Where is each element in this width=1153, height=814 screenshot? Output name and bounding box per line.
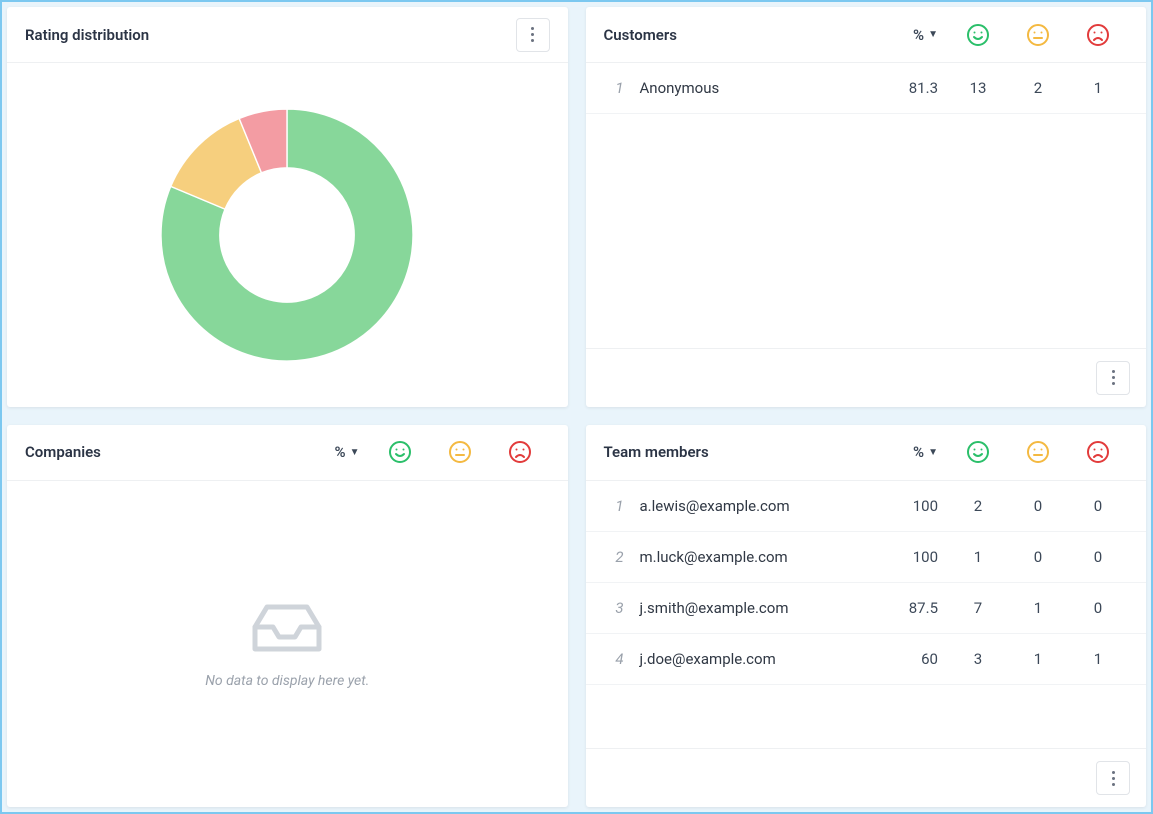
row-percent: 100 — [886, 548, 948, 566]
header-face-meh[interactable] — [1008, 440, 1068, 464]
card-title: Rating distribution — [25, 26, 149, 44]
rating-donut-chart — [147, 95, 427, 375]
row-good: 1 — [948, 548, 1008, 566]
table-row[interactable]: 3 j.smith@example.com 87.5 7 1 0 — [586, 583, 1147, 634]
card-title: Companies — [25, 443, 101, 461]
row-good: 13 — [948, 79, 1008, 97]
table-row[interactable]: 2 m.luck@example.com 100 1 0 0 — [586, 532, 1147, 583]
row-meh: 2 — [1008, 79, 1068, 97]
row-index: 4 — [604, 650, 624, 668]
row-good: 3 — [948, 650, 1008, 668]
row-name: j.doe@example.com — [640, 650, 887, 668]
row-bad: 0 — [1068, 599, 1128, 617]
team-members-card: Team members % ▼ 1 a.lewis@example.com 1… — [586, 425, 1147, 808]
percent-sort[interactable]: % ▼ — [886, 443, 948, 461]
table-row[interactable]: 1 a.lewis@example.com 100 2 0 0 — [586, 481, 1147, 532]
row-meh: 1 — [1008, 650, 1068, 668]
row-index: 3 — [604, 599, 624, 617]
row-bad: 0 — [1068, 548, 1128, 566]
empty-state: No data to display here yet. — [7, 481, 568, 808]
row-name: m.luck@example.com — [640, 548, 887, 566]
card-title: Team members — [604, 443, 709, 461]
row-percent: 87.5 — [886, 599, 948, 617]
companies-card: Companies % ▼ No data to d — [7, 425, 568, 808]
row-name: j.smith@example.com — [640, 599, 887, 617]
row-good: 7 — [948, 599, 1008, 617]
percent-sort[interactable]: % ▼ — [886, 26, 948, 44]
header-face-good[interactable] — [948, 23, 1008, 47]
row-bad: 1 — [1068, 79, 1128, 97]
row-meh: 0 — [1008, 548, 1068, 566]
header-face-bad[interactable] — [490, 440, 550, 464]
row-index: 2 — [604, 548, 624, 566]
header-face-bad[interactable] — [1068, 440, 1128, 464]
row-name: Anonymous — [640, 79, 887, 97]
table-row[interactable]: 1 Anonymous 81.3 13 2 1 — [586, 63, 1147, 114]
more-button[interactable] — [516, 18, 550, 52]
customers-card: Customers % ▼ 1 Anonymous 81.3 13 2 1 — [586, 7, 1147, 407]
caret-down-icon: ▼ — [350, 447, 360, 458]
header-face-good[interactable] — [948, 440, 1008, 464]
header-face-good[interactable] — [370, 440, 430, 464]
more-button[interactable] — [1096, 761, 1130, 795]
row-index: 1 — [604, 79, 624, 97]
team-list: 1 a.lewis@example.com 100 2 0 0 2 m.luck… — [586, 481, 1147, 749]
percent-sort[interactable]: % ▼ — [308, 443, 370, 461]
row-meh: 0 — [1008, 497, 1068, 515]
caret-down-icon: ▼ — [928, 447, 938, 458]
row-bad: 1 — [1068, 650, 1128, 668]
header-face-bad[interactable] — [1068, 23, 1128, 47]
rating-distribution-card: Rating distribution — [7, 7, 568, 407]
customers-list: 1 Anonymous 81.3 13 2 1 — [586, 63, 1147, 348]
card-title: Customers — [604, 26, 677, 44]
header-face-meh[interactable] — [430, 440, 490, 464]
caret-down-icon: ▼ — [928, 29, 938, 40]
row-percent: 100 — [886, 497, 948, 515]
tray-icon — [247, 599, 327, 659]
empty-text: No data to display here yet. — [205, 673, 369, 689]
row-bad: 0 — [1068, 497, 1128, 515]
row-good: 2 — [948, 497, 1008, 515]
header-face-meh[interactable] — [1008, 23, 1068, 47]
row-index: 1 — [604, 497, 624, 515]
row-percent: 81.3 — [886, 79, 948, 97]
row-name: a.lewis@example.com — [640, 497, 887, 515]
row-percent: 60 — [886, 650, 948, 668]
row-meh: 1 — [1008, 599, 1068, 617]
more-button[interactable] — [1096, 361, 1130, 395]
table-row[interactable]: 4 j.doe@example.com 60 3 1 1 — [586, 634, 1147, 685]
